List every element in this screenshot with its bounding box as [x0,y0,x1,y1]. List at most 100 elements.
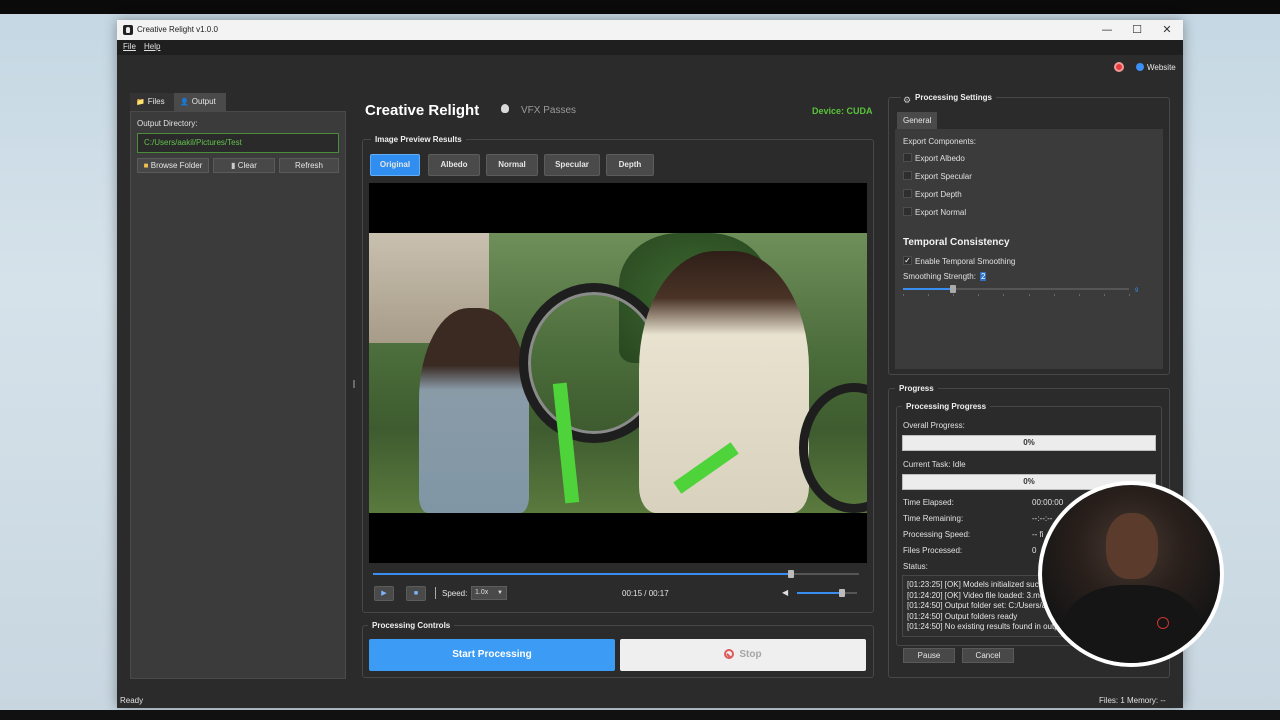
device-status: Device: CUDA [812,106,873,116]
export-specular-checkbox[interactable] [903,171,912,180]
smoothing-strength-slider[interactable] [903,285,1130,296]
output-directory-label: Output Directory: [137,119,198,128]
progress-title: Progress [895,384,938,393]
speed-label: Speed: [442,589,468,598]
close-button[interactable]: ✕ [1152,20,1182,40]
clear-label: Clear [237,161,257,170]
screen-top-bar [0,0,1280,14]
slider-tick [978,294,979,296]
clear-button[interactable]: ▮ Clear [213,158,275,173]
speed-select[interactable]: 1.0x ▼ [471,586,507,600]
refresh-button[interactable]: Refresh [279,158,339,173]
volume-handle[interactable] [839,589,845,597]
browse-folder-button[interactable]: ■ Browse Folder [137,158,209,173]
tab-files-label: Files [147,97,165,106]
window-title: Creative Relight v1.0.0 [137,25,218,34]
export-normal-checkbox[interactable] [903,207,912,216]
files-processed-value: 0 [1032,546,1037,555]
time-elapsed-label: Time Elapsed: [903,498,954,507]
image-preview-title: Image Preview Results [371,135,466,144]
folder-icon: ■ [143,161,151,170]
webcam-overlay [1038,481,1224,667]
speed-value: 1.0x [475,589,489,596]
app-title: Creative Relight [365,102,480,119]
app-icon [123,25,133,35]
menu-help[interactable]: Help [144,42,160,51]
stop-playback-button[interactable]: ■ [406,586,426,601]
globe-icon [1136,63,1144,71]
smoothing-handle[interactable] [950,285,956,293]
settings-general-panel [895,129,1163,369]
export-depth-checkbox[interactable] [903,189,912,198]
export-albedo-checkbox[interactable] [903,153,912,162]
check-icon: ✓ [904,256,911,265]
menu-bar: File Help [117,40,1183,55]
cancel-button[interactable]: Cancel [962,648,1014,663]
trash-icon: ▮ [231,161,238,170]
slider-tick [1079,294,1080,296]
temporal-smoothing-label: Enable Temporal Smoothing [915,257,1016,266]
tab-albedo[interactable]: Albedo [428,154,480,176]
menu-file[interactable]: File [123,42,136,51]
tab-original[interactable]: Original [370,154,420,176]
user-icon: 👤 [180,99,189,106]
maximize-button[interactable]: ☐ [1122,20,1152,40]
tab-specular[interactable]: Specular [544,154,600,176]
presenter-body [1062,585,1202,663]
tab-general[interactable]: General [897,112,937,129]
tab-files[interactable]: 📁 Files [130,93,174,111]
export-components-label: Export Components: [903,137,976,146]
stop-label: Stop [739,649,762,660]
export-depth-label: Export Depth [915,190,962,199]
start-processing-button[interactable]: Start Processing [369,639,615,671]
timeline-handle[interactable] [788,570,794,578]
minimize-button[interactable]: — [1092,20,1122,40]
volume-slider[interactable] [797,589,857,597]
slider-tick [928,294,929,296]
stop-button[interactable]: Stop [620,639,866,671]
tab-normal[interactable]: Normal [486,154,538,176]
shirt-logo [1157,617,1169,629]
tab-output-label: Output [191,97,216,106]
slider-tick [1054,294,1055,296]
processing-speed-value: -- fi [1032,530,1044,539]
title-bar: Creative Relight v1.0.0 — ☐ ✕ [117,20,1183,40]
export-albedo-label: Export Albedo [915,154,965,163]
record-icon[interactable] [1114,62,1124,72]
playback-time: 00:15 / 00:17 [622,589,669,598]
subtitle: VFX Passes [521,105,577,116]
processing-progress-title: Processing Progress [902,402,991,411]
volume-icon[interactable]: ◀ [782,588,788,597]
tab-depth[interactable]: Depth [606,154,654,176]
folder-icon: 📁 [136,99,145,106]
video-frame-image [369,233,867,513]
app-window: Creative Relight v1.0.0 — ☐ ✕ File Help … [117,20,1183,708]
tab-output[interactable]: 👤 Output [174,93,226,111]
smoothing-strength-value: 2 [980,272,987,281]
output-directory-field[interactable]: C:/Users/aakil/Pictures/Test [137,133,339,153]
files-processed-label: Files Processed: [903,546,963,555]
separator [435,587,436,599]
website-link[interactable]: Website [1147,63,1176,72]
slider-tick [1003,294,1004,296]
export-specular-label: Export Specular [915,172,972,181]
status-bar-message: Ready [120,696,144,705]
pause-button[interactable]: Pause [903,648,955,663]
browse-folder-label: Browse Folder [150,161,203,170]
scene-bike-rear-wheel [799,383,867,513]
temporal-smoothing-checkbox[interactable]: ✓ [903,256,912,265]
smoothing-strength-label: Smoothing Strength: [903,272,976,281]
panel-splitter[interactable] [353,380,355,388]
time-remaining-value: --:--:-- [1032,514,1053,523]
play-button[interactable]: ▶ [374,586,394,601]
current-task-label: Current Task: Idle [903,460,966,469]
export-normal-label: Export Normal [915,208,967,217]
processing-settings-title: Processing Settings [911,93,996,102]
timeline-slider[interactable] [373,570,859,578]
presenter-face [1106,513,1158,579]
lightbulb-icon [501,104,509,113]
volume-fill [797,592,842,594]
slider-tick [903,294,904,296]
prohibited-icon [724,649,735,659]
video-preview[interactable] [369,183,867,563]
